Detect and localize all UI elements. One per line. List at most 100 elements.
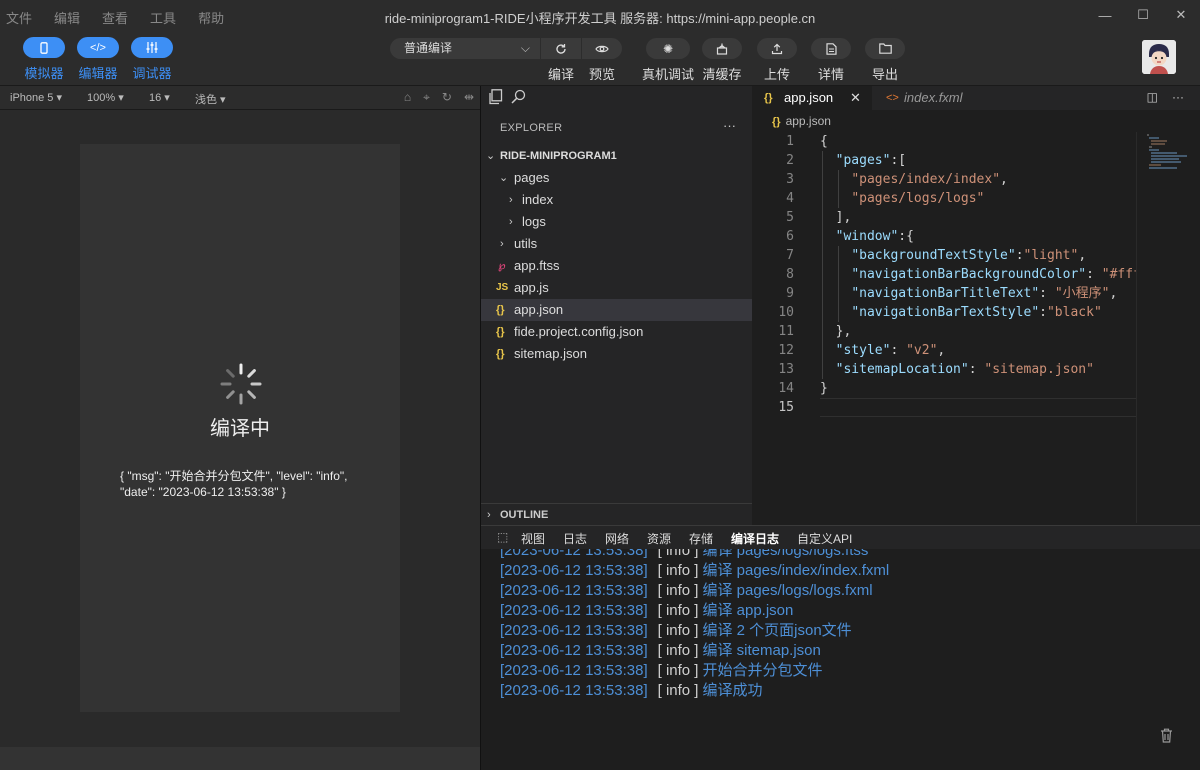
tree-item-pages[interactable]: ⌄ pages — [481, 167, 752, 189]
sliders-icon[interactable] — [131, 37, 173, 58]
tree-item-label: app.json — [514, 302, 564, 317]
close-icon[interactable]: ✕ — [1162, 0, 1200, 30]
refresh-icon[interactable] — [541, 38, 581, 59]
search-icon[interactable] — [511, 89, 526, 107]
rotate-icon[interactable]: ↻ — [442, 90, 452, 105]
close-icon[interactable]: ✕ — [850, 86, 861, 110]
tab-compile-log[interactable]: 编译日志 — [731, 530, 779, 547]
home-icon[interactable]: ⌂ — [404, 90, 411, 105]
tab-storage[interactable]: 存储 — [689, 530, 713, 547]
code-line: 3 "pages/index/index", — [752, 170, 1136, 189]
more-icon[interactable]: ··· — [723, 118, 736, 133]
avatar[interactable] — [1142, 40, 1176, 74]
code-file-icon: <> — [886, 92, 899, 104]
line-number: 12 — [778, 343, 794, 358]
location-icon[interactable]: ⌖ — [423, 90, 430, 105]
log-line: [2023-06-12 13:53:38][ info ] 编译 sitemap.… — [500, 642, 821, 659]
breadcrumb[interactable]: {} app.json — [752, 110, 1200, 132]
compile-log-console[interactable]: [2023-06-12 13:53:38][ info ] 编译 pages/lo… — [481, 549, 1200, 770]
zoom-value: 100% — [87, 92, 116, 104]
preview-label: 预览 — [588, 67, 615, 82]
line-number: 14 — [778, 381, 794, 396]
compile-button[interactable]: 编译 — [541, 38, 581, 83]
tab-label: index.fxml — [904, 90, 963, 105]
tab-view[interactable]: 视图 — [521, 530, 545, 547]
compile-label: 编译 — [547, 67, 574, 82]
device-select[interactable]: iPhone 5 ▾ — [10, 91, 62, 104]
json-file-icon: {} — [496, 348, 505, 360]
tree-item-project-config[interactable]: {} fide.project.config.json — [481, 321, 752, 343]
code-line: 15 — [752, 398, 1136, 417]
code-line: 14} — [752, 379, 1136, 398]
split-editor-icon[interactable]: ◫ — [1147, 90, 1158, 104]
line-number: 11 — [778, 324, 794, 339]
device-debug-button[interactable]: ✺ 真机调试 — [642, 38, 694, 83]
tree-item-sitemap[interactable]: {} sitemap.json — [481, 343, 752, 365]
export-button[interactable]: 导出 — [865, 38, 905, 83]
inspect-icon[interactable]: ⬚ — [497, 530, 508, 544]
split-icon[interactable]: ⇹ — [464, 90, 474, 105]
eye-icon[interactable] — [582, 38, 622, 59]
code-icon[interactable]: </> — [77, 37, 119, 58]
more-icon[interactable]: ··· — [1172, 90, 1184, 104]
log-line: [2023-06-12 13:53:38][ info ] 开始合并分包文件 — [500, 662, 823, 679]
device-debug-label: 真机调试 — [642, 67, 695, 82]
tree-item-label: logs — [522, 214, 546, 229]
bug-icon[interactable]: ✺ — [646, 38, 690, 59]
preview-button[interactable]: 预览 — [582, 38, 622, 83]
document-icon[interactable] — [811, 38, 851, 59]
code-line: 5 ], — [752, 208, 1136, 227]
upload-button[interactable]: 上传 — [757, 38, 797, 83]
code-line: 10 "navigationBarTextStyle":"black" — [752, 303, 1136, 322]
editor-toggle[interactable]: </> 编辑器 — [76, 37, 120, 82]
theme-value: 浅色 — [195, 94, 217, 106]
compile-mode-select[interactable]: 普通编译 ⌵ — [390, 38, 540, 59]
tree-item-app-ftss[interactable]: ℘ app.ftss — [481, 255, 752, 277]
tab-app-json[interactable]: {} app.json ✕ — [752, 86, 872, 110]
style-file-icon: ℘ — [498, 260, 506, 272]
breadcrumb-file: app.json — [785, 114, 831, 128]
tree-root[interactable]: ⌄ RIDE-MINIPROGRAM1 — [481, 145, 752, 167]
tree-item-index[interactable]: › index — [481, 189, 752, 211]
tree-item-app-js[interactable]: JS app.js — [481, 277, 752, 299]
code-editor[interactable]: 1{ 2 "pages":[ 3 "pages/index/index", 4 … — [752, 132, 1136, 523]
tree-item-app-json[interactable]: {} app.json — [481, 299, 752, 321]
broom-icon[interactable] — [702, 38, 742, 59]
tree-item-label: utils — [514, 236, 538, 251]
simulator-toggle[interactable]: 模拟器 — [22, 37, 66, 82]
tree-item-label: pages — [514, 170, 550, 185]
minimap[interactable] — [1136, 132, 1200, 523]
upload-label: 上传 — [763, 67, 790, 82]
tree-item-utils[interactable]: › utils — [481, 233, 752, 255]
phone-icon[interactable] — [23, 37, 65, 58]
font-size-select[interactable]: 16 ▾ — [149, 91, 170, 104]
tab-logs[interactable]: 日志 — [563, 530, 587, 547]
tab-label: app.json — [784, 90, 834, 105]
explorer-header — [481, 86, 752, 110]
json-file-icon: {} — [496, 304, 505, 316]
clear-cache-button[interactable]: 清缓存 — [702, 38, 742, 83]
tree-item-logs[interactable]: › logs — [481, 211, 752, 233]
log-line: [2023-06-12 13:53:38][ info ] 编译 2 个页面jso… — [500, 622, 852, 639]
tree-item-label: fide.project.config.json — [514, 324, 644, 339]
maximize-icon[interactable]: ☐ — [1124, 0, 1162, 30]
tab-index-fxml[interactable]: <> index.fxml — [874, 86, 992, 110]
files-icon[interactable] — [488, 89, 503, 108]
zoom-select[interactable]: 100% ▾ — [87, 91, 124, 104]
minimize-icon[interactable]: — — [1086, 0, 1124, 30]
upload-icon[interactable] — [757, 38, 797, 59]
tab-custom-api[interactable]: 自定义API — [797, 530, 852, 547]
tab-resources[interactable]: 资源 — [647, 530, 671, 547]
folder-icon[interactable] — [865, 38, 905, 59]
chevron-right-icon: › — [509, 194, 513, 206]
tab-network[interactable]: 网络 — [605, 530, 629, 547]
details-button[interactable]: 详情 — [811, 38, 851, 83]
json-file-icon: {} — [496, 326, 505, 338]
phone-screen[interactable]: 编译中 { "msg": "开始合并分包文件", "level": "info"… — [80, 144, 400, 712]
line-number: 9 — [786, 286, 794, 301]
theme-select[interactable]: 浅色 ▾ — [195, 91, 226, 107]
debugger-toggle[interactable]: 调试器 — [130, 37, 174, 82]
trash-icon[interactable] — [1160, 728, 1173, 746]
outline-section[interactable]: › OUTLINE — [481, 503, 752, 525]
tree-item-label: app.js — [514, 280, 549, 295]
